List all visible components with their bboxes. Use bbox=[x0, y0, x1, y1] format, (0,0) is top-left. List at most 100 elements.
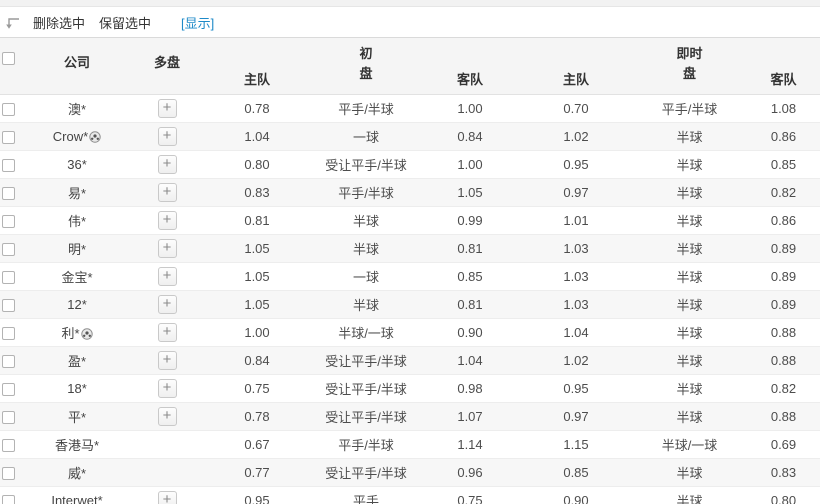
row-checkbox[interactable] bbox=[2, 411, 15, 425]
odds-table-body: 澳* +0.78 平手/半球 1.00 0.70 平手/半球 1.08 Crow* +1.04 一… bbox=[0, 94, 820, 504]
row-select-cell bbox=[0, 459, 22, 487]
expand-odds-button[interactable]: + bbox=[157, 155, 177, 174]
live-away-odds: 0.82 bbox=[770, 185, 797, 200]
live-home-odds: 1.02 bbox=[563, 129, 589, 144]
table-row: Interwet* +0.95 平手 0.75 0.90 半球 0.80 bbox=[0, 486, 820, 504]
expand-odds-button[interactable]: + bbox=[157, 407, 177, 426]
live-away-odds: 0.83 bbox=[770, 465, 797, 480]
company-cell: 威* bbox=[22, 459, 132, 487]
row-checkbox[interactable] bbox=[2, 103, 15, 117]
show-link[interactable]: [显示] bbox=[181, 13, 214, 32]
football-icon bbox=[80, 328, 93, 340]
expand-odds-button[interactable]: + bbox=[157, 99, 177, 118]
live-home-odds: 1.15 bbox=[563, 437, 589, 452]
live-handicap: 半球 bbox=[676, 382, 703, 397]
column-header-live-pan: 即时 盘 bbox=[632, 37, 747, 95]
company-name: 易* bbox=[67, 186, 87, 201]
initial-away-odds: 0.90 bbox=[457, 325, 483, 340]
initial-handicap: 半球/一球 bbox=[338, 326, 394, 341]
row-checkbox[interactable] bbox=[2, 495, 15, 504]
initial-handicap: 半球 bbox=[352, 298, 379, 313]
company-name: 利* bbox=[61, 326, 80, 341]
row-checkbox[interactable] bbox=[2, 215, 15, 229]
multi-pan-cell: + bbox=[132, 95, 202, 123]
expand-odds-button[interactable]: + bbox=[157, 295, 177, 314]
live-handicap: 半球 bbox=[676, 158, 703, 173]
row-checkbox[interactable] bbox=[2, 383, 15, 397]
live-away-odds: 0.89 bbox=[770, 241, 797, 256]
select-all-checkbox[interactable] bbox=[2, 51, 15, 65]
row-checkbox[interactable] bbox=[2, 439, 15, 453]
company-name: 12* bbox=[67, 297, 87, 312]
live-home-odds: 1.03 bbox=[563, 241, 589, 256]
live-away-odds: 1.08 bbox=[770, 101, 797, 116]
company-name: 18* bbox=[67, 381, 87, 396]
live-handicap: 半球 bbox=[676, 354, 703, 369]
live-away-odds: 0.86 bbox=[770, 129, 797, 144]
initial-handicap: 一球 bbox=[352, 270, 379, 285]
multi-pan-header-label: 多盘 bbox=[153, 55, 180, 70]
row-checkbox[interactable] bbox=[2, 131, 15, 145]
expand-odds-button[interactable]: + bbox=[157, 491, 177, 504]
keep-selected-button[interactable]: 保留选中 bbox=[99, 13, 151, 32]
company-cell: 18* bbox=[22, 375, 132, 403]
company-name: 伟* bbox=[67, 214, 87, 229]
live-handicap: 半球 bbox=[676, 410, 703, 425]
initial-home-odds: 0.75 bbox=[244, 381, 270, 396]
live-home-odds: 0.95 bbox=[563, 157, 589, 172]
row-checkbox[interactable] bbox=[2, 355, 15, 369]
row-checkbox[interactable] bbox=[2, 327, 15, 341]
initial-handicap: 半球 bbox=[352, 242, 379, 257]
expand-odds-button[interactable]: + bbox=[157, 211, 177, 230]
row-select-cell bbox=[0, 487, 22, 504]
table-row: 12* +1.05 半球 0.81 1.03 半球 0.89 bbox=[0, 290, 820, 319]
row-select-cell bbox=[0, 235, 22, 263]
live-handicap: 半球 bbox=[676, 186, 703, 201]
expand-odds-button[interactable]: + bbox=[157, 183, 177, 202]
multi-pan-cell: + bbox=[132, 123, 202, 151]
initial-away-odds: 1.00 bbox=[457, 101, 483, 116]
company-name: 澳* bbox=[67, 102, 87, 117]
column-header-live-away: 客队 bbox=[747, 37, 820, 95]
initial-away-odds: 0.84 bbox=[457, 129, 483, 144]
expand-odds-button[interactable]: + bbox=[157, 379, 177, 398]
row-checkbox[interactable] bbox=[2, 299, 15, 313]
row-checkbox[interactable] bbox=[2, 187, 15, 201]
initial-home-odds: 1.00 bbox=[244, 325, 270, 340]
row-checkbox[interactable] bbox=[2, 467, 15, 481]
row-checkbox[interactable] bbox=[2, 271, 15, 285]
company-name: Interwet* bbox=[51, 493, 103, 504]
initial-away-odds: 0.81 bbox=[457, 297, 483, 312]
expand-odds-button[interactable]: + bbox=[157, 351, 177, 370]
column-header-live-home: 主队 bbox=[520, 37, 632, 95]
initial-handicap: 受让平手/半球 bbox=[325, 410, 407, 425]
expand-odds-button[interactable]: + bbox=[157, 323, 177, 342]
delete-selected-button[interactable]: 删除选中 bbox=[33, 13, 85, 32]
initial-handicap: 受让平手/半球 bbox=[325, 158, 407, 173]
live-home-odds: 1.02 bbox=[563, 353, 589, 368]
multi-pan-cell: + bbox=[132, 375, 202, 403]
initial-handicap: 半球 bbox=[352, 214, 379, 229]
live-handicap: 半球 bbox=[676, 466, 703, 481]
row-checkbox[interactable] bbox=[2, 243, 15, 257]
live-group-label: 即时 bbox=[676, 46, 703, 61]
initial-home-odds: 0.67 bbox=[244, 437, 270, 452]
row-checkbox[interactable] bbox=[2, 159, 15, 173]
expand-odds-button[interactable]: + bbox=[157, 267, 177, 286]
live-away-odds: 0.89 bbox=[770, 269, 797, 284]
company-cell: 盈* bbox=[22, 347, 132, 375]
live-away-odds: 0.80 bbox=[770, 493, 797, 504]
column-header-initial-pan: 初 盘 bbox=[312, 37, 420, 95]
expand-odds-button[interactable]: + bbox=[157, 239, 177, 258]
expand-odds-button[interactable]: + bbox=[157, 127, 177, 146]
live-home-odds: 1.03 bbox=[563, 297, 589, 312]
company-name: 平* bbox=[67, 410, 87, 425]
initial-home-odds: 0.77 bbox=[244, 465, 270, 480]
multi-pan-cell: + bbox=[132, 291, 202, 319]
live-away-odds: 0.86 bbox=[770, 213, 797, 228]
football-icon bbox=[89, 131, 101, 143]
multi-pan-cell: + bbox=[132, 151, 202, 179]
initial-handicap: 平手 bbox=[352, 494, 379, 504]
table-row: 明* +1.05 半球 0.81 1.03 半球 0.89 bbox=[0, 234, 820, 263]
toolbar: 删除选中 保留选中 [显示] bbox=[0, 7, 820, 37]
